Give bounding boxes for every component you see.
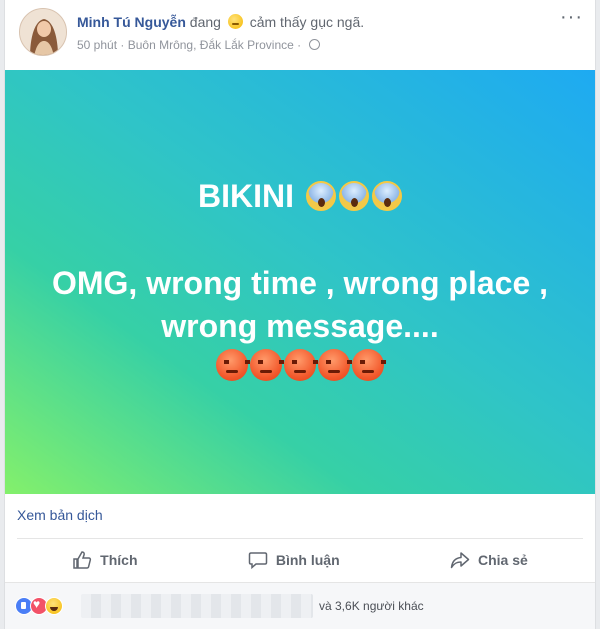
angry-emoji-icon — [216, 349, 250, 381]
meta-separator-2: · — [297, 38, 302, 52]
author-line: Minh Tú Nguyễn đang cảm thấy gục ngã. — [77, 14, 364, 30]
meta-separator: · — [120, 38, 125, 52]
post-location[interactable]: Buôn Mrông, Đắk Lắk Province — [128, 38, 294, 52]
feed-post: Minh Tú Nguyễn đang cảm thấy gục ngã. 50… — [4, 0, 596, 629]
reactions-others-text[interactable]: và 3,6K người khác — [319, 599, 424, 613]
angry-emoji-icon — [318, 349, 352, 381]
author-name[interactable]: Minh Tú Nguyễn — [77, 14, 186, 30]
banner-title: BIKINI — [198, 178, 295, 214]
banner-line-1: BIKINI — [5, 178, 595, 215]
status-background-banner: BIKINI OMG, wrong time , wrong place , w… — [5, 70, 595, 494]
angry-emoji-icon — [284, 349, 318, 381]
comment-button[interactable]: Bình luận — [248, 550, 340, 570]
more-options-icon[interactable]: ··· — [560, 7, 583, 27]
haha-reaction-icon — [45, 597, 63, 615]
feeling-prefix: đang — [189, 14, 221, 30]
scream-emoji-icon — [338, 181, 369, 211]
share-label: Chia sẻ — [477, 551, 528, 568]
globe-icon — [308, 39, 320, 50]
sad-emoji-icon — [227, 14, 243, 29]
share-icon — [450, 551, 470, 568]
like-label: Thích — [100, 551, 138, 568]
thumbs-up-icon — [73, 550, 92, 569]
comment-icon — [248, 551, 268, 569]
banner-message: OMG, wrong time , wrong place , wrong me… — [51, 265, 549, 344]
angry-emoji-icon — [352, 349, 386, 381]
scream-emoji-icon — [371, 181, 402, 211]
post-header: Minh Tú Nguyễn đang cảm thấy gục ngã. 50… — [5, 0, 595, 70]
share-button[interactable]: Chia sẻ — [450, 550, 528, 570]
feeling-text: cảm thấy gục ngã. — [249, 14, 365, 30]
reactions-summary: và 3,6K người khác — [5, 582, 595, 629]
angry-emoji-icon — [250, 349, 284, 381]
post-time[interactable]: 50 phút — [77, 38, 117, 52]
post-actions: Thích Bình luận Chia sẻ — [17, 538, 583, 580]
reaction-icons[interactable] — [15, 597, 63, 615]
scream-emoji-icon — [305, 181, 336, 211]
angry-emoji-row — [5, 349, 595, 386]
post-meta: 50 phút · Buôn Mrông, Đắk Lắk Province · — [77, 38, 320, 52]
blurred-names — [81, 594, 313, 618]
avatar[interactable] — [19, 8, 67, 56]
profile-photo — [20, 9, 66, 55]
see-translation-link[interactable]: Xem bản dịch — [17, 507, 103, 523]
comment-label: Bình luận — [275, 551, 340, 568]
like-button[interactable]: Thích — [72, 550, 138, 570]
